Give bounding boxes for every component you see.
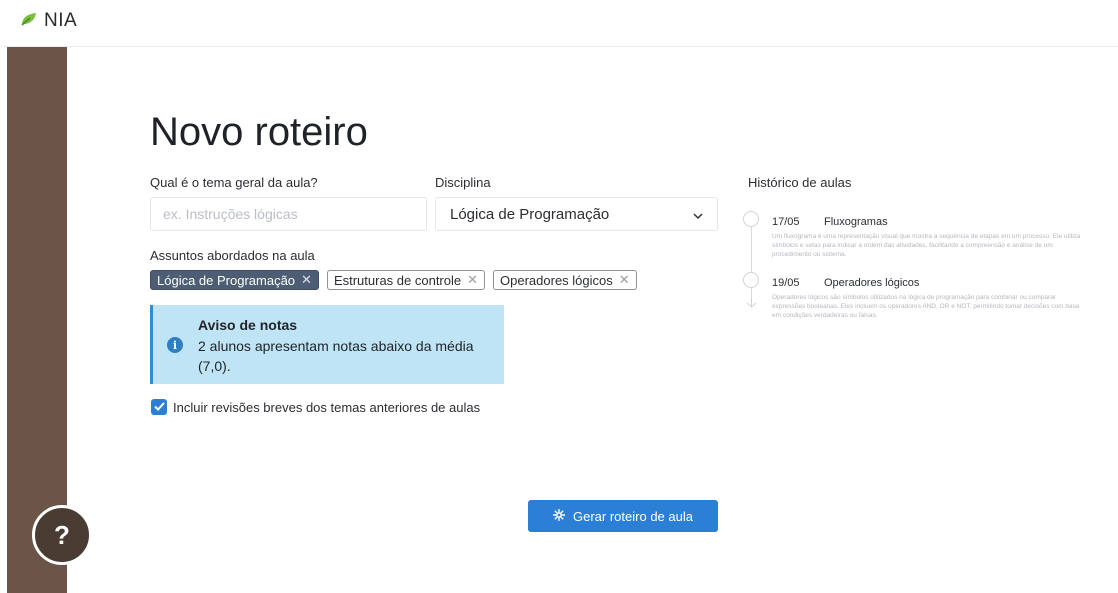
close-icon[interactable]: ✕ (301, 272, 312, 288)
notice-text: 2 alunos apresentam notas abaixo da médi… (198, 338, 474, 374)
history-item-name: Fluxogramas (824, 216, 888, 228)
check-icon (153, 398, 165, 416)
sparkle-icon (553, 508, 566, 524)
history-item-name: Operadores lógicos (824, 277, 920, 289)
history-item-date: 17/05 (772, 216, 800, 228)
subject-tag[interactable]: Estruturas de controle ✕ (326, 270, 486, 290)
history-title: Histórico de aulas (748, 175, 852, 190)
history-item[interactable]: 17/05 Fluxogramas Um fluxograma é uma rep… (772, 212, 1090, 259)
generate-button-label: Gerar roteiro de aula (573, 508, 693, 524)
close-icon[interactable]: ✕ (467, 272, 478, 288)
history-item[interactable]: 19/05 Operadores lógicos Operadores lógic… (772, 273, 1090, 320)
history-timeline: 17/05 Fluxogramas Um fluxograma é uma rep… (740, 200, 1090, 330)
subject-tag-label: Operadores lógicos (500, 272, 613, 288)
subject-tag[interactable]: Lógica de Programação ✕ (150, 270, 319, 290)
generate-script-button[interactable]: Gerar roteiro de aula (528, 500, 718, 532)
app-logo-text: NIA (44, 10, 78, 31)
subject-tag[interactable]: Operadores lógicos ✕ (493, 270, 637, 290)
theme-label: Qual é o tema geral da aula? (150, 175, 318, 190)
close-icon[interactable]: ✕ (619, 272, 630, 288)
discipline-selected-value: Lógica de Programação (450, 205, 610, 223)
grade-notice: i Aviso de notas 2 alunos apresentam not… (150, 305, 504, 384)
review-option: Incluir revisões breves dos temas anteri… (151, 399, 480, 415)
subject-tags: Lógica de Programação ✕ Estruturas de co… (150, 270, 637, 290)
arrow-down-icon (746, 295, 757, 313)
discipline-select[interactable]: Lógica de Programação (435, 197, 718, 231)
info-icon: i (167, 337, 183, 353)
page-title: Novo roteiro (150, 110, 368, 154)
timeline-dot (743, 211, 759, 227)
app-logo[interactable]: NIA (20, 10, 77, 32)
top-bar: NIA (0, 0, 1118, 47)
timeline-dot (743, 272, 759, 288)
help-button[interactable]: ? (32, 505, 92, 565)
history-item-date: 19/05 (772, 277, 800, 289)
subject-tag-label: Lógica de Programação (157, 272, 296, 288)
leaf-icon (20, 11, 38, 32)
subjects-label: Assuntos abordados na aula (150, 248, 315, 263)
review-checkbox-label: Incluir revisões breves dos temas anteri… (173, 399, 481, 415)
history-item-description: Um fluxograma é uma representação visual… (772, 233, 1081, 258)
discipline-label: Disciplina (435, 175, 491, 190)
subject-tag-label: Estruturas de controle (333, 272, 462, 288)
theme-input[interactable] (150, 197, 427, 231)
chevron-down-icon (693, 206, 703, 223)
review-checkbox[interactable] (151, 399, 167, 415)
history-item-description: Operadores lógicos são símbolos utilizad… (772, 294, 1080, 319)
notice-title: Aviso de notas (198, 317, 298, 333)
